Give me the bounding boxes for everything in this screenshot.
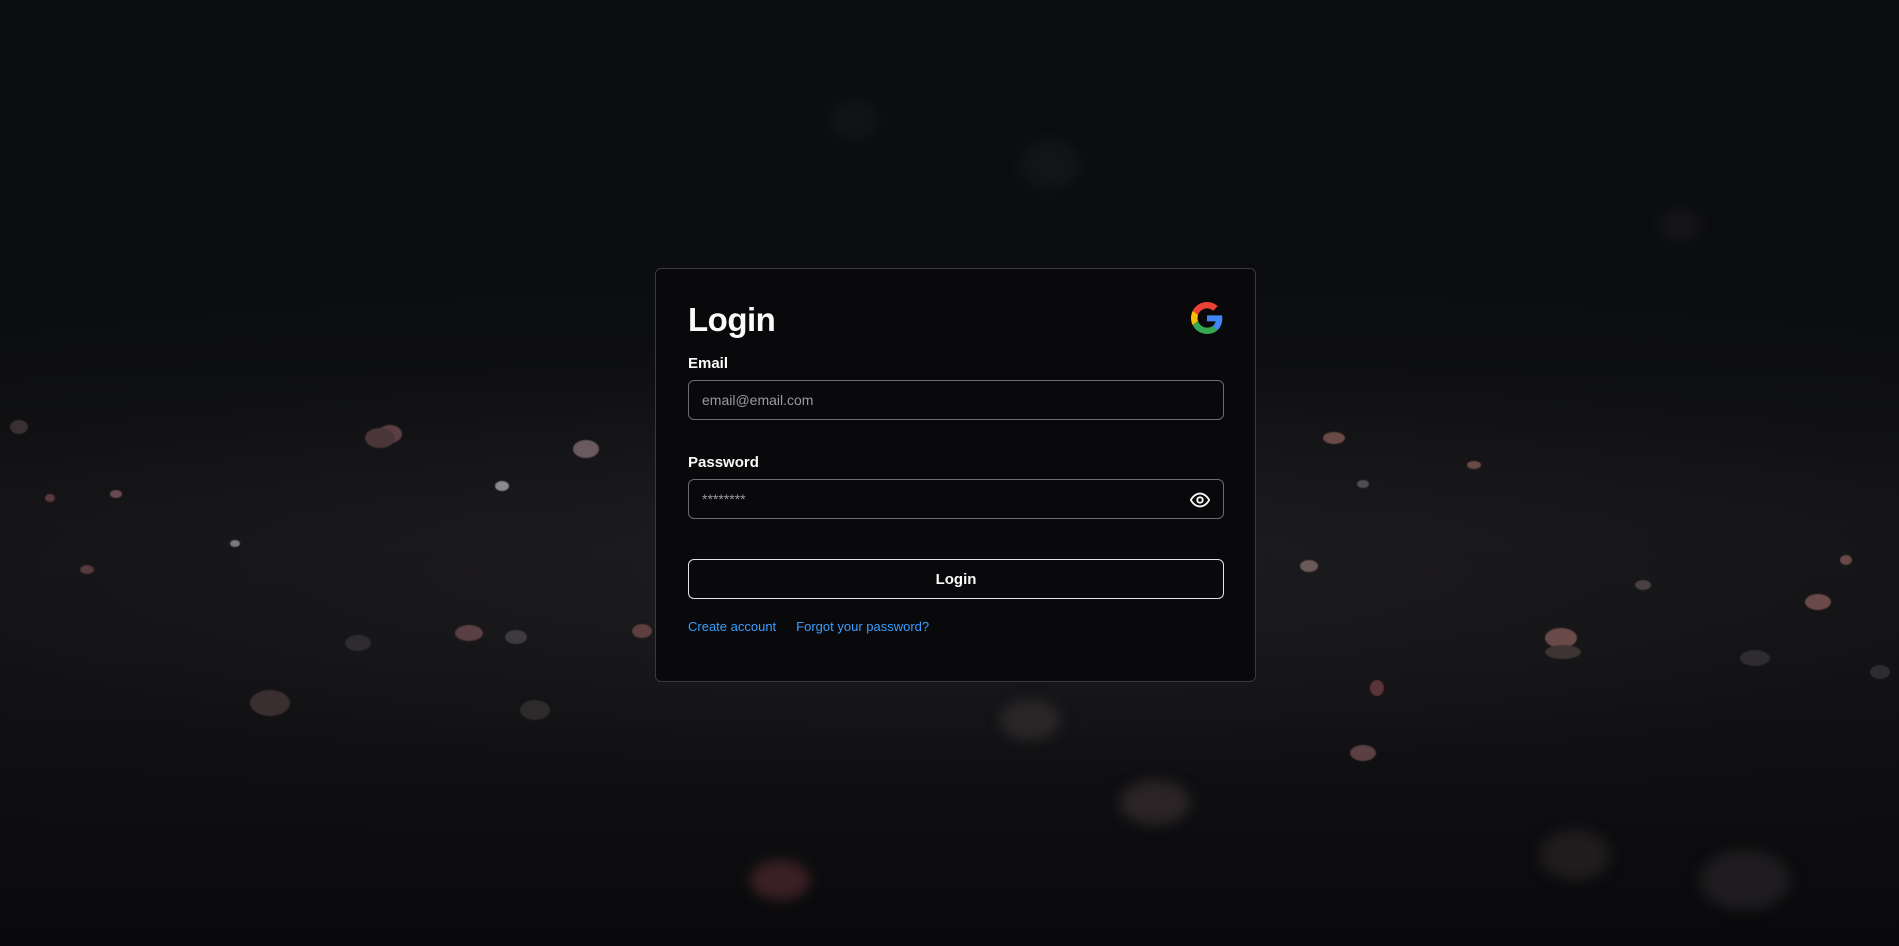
email-label: Email: [688, 355, 729, 372]
password-group: Password: [688, 454, 1224, 519]
login-title: Login: [688, 301, 776, 338]
login-card: Login Email Password Log: [655, 268, 1256, 682]
password-field-wrapper: [688, 479, 1224, 519]
show-password-button[interactable]: [1189, 489, 1211, 511]
email-input[interactable]: [689, 381, 1223, 419]
google-logo-icon: [1191, 302, 1223, 334]
password-input[interactable]: [689, 480, 1223, 518]
email-group: Email: [688, 355, 1224, 420]
login-header: Login: [688, 269, 1223, 355]
email-field-wrapper: [688, 380, 1224, 420]
google-login-button[interactable]: [1191, 302, 1223, 334]
create-account-link[interactable]: Create account: [688, 619, 776, 634]
eye-icon: [1189, 492, 1211, 508]
auth-links: Create account Forgot your password?: [688, 619, 1223, 634]
forgot-password-link[interactable]: Forgot your password?: [796, 619, 929, 634]
password-label: Password: [688, 454, 759, 471]
login-button[interactable]: Login: [688, 559, 1224, 599]
